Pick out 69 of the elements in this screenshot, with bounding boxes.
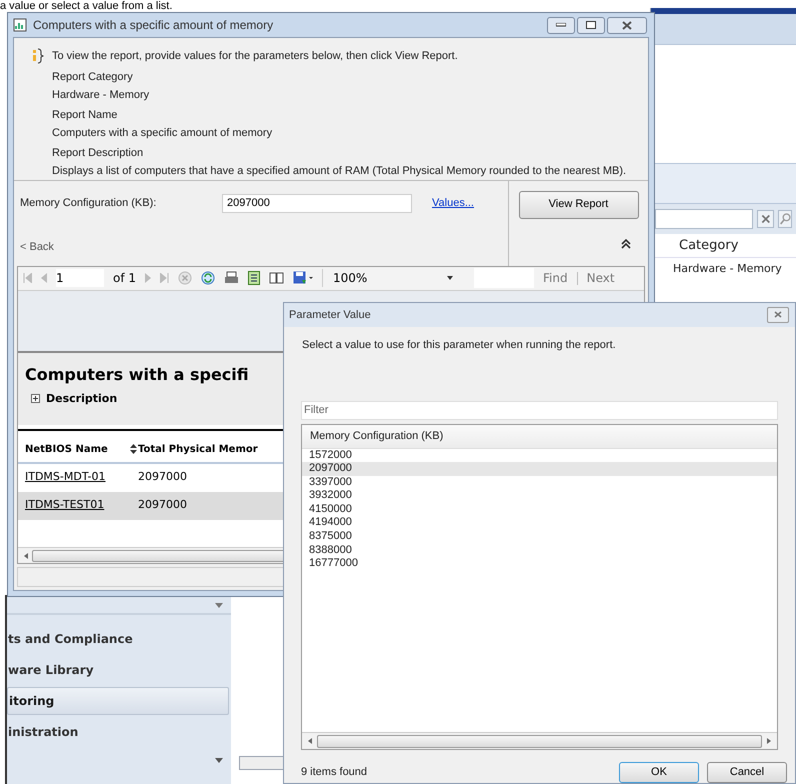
computer-link[interactable]: ITDMS-TEST01 xyxy=(18,497,138,514)
expand-icon[interactable] xyxy=(31,394,40,404)
navigation-item[interactable]: ts and Compliance xyxy=(7,625,229,653)
field-label: Report Name xyxy=(52,108,118,122)
find-link[interactable]: Find xyxy=(543,269,568,287)
values-link[interactable]: Values... xyxy=(432,194,474,212)
column-header[interactable]: NetBIOS Name xyxy=(18,442,138,456)
close-button[interactable] xyxy=(767,306,789,323)
table-cell-text: Hardware - Memory xyxy=(672,260,783,277)
filter-field[interactable]: Filter xyxy=(301,400,778,420)
field-value: Computers with a specific amount of memory xyxy=(52,126,274,140)
next-link[interactable]: Next xyxy=(586,269,615,287)
close-button[interactable] xyxy=(607,16,647,34)
navigation-item[interactable]: ware Library xyxy=(7,656,229,684)
maximize-button[interactable] xyxy=(577,16,605,34)
minimize-icon xyxy=(556,23,566,27)
refresh-icon[interactable] xyxy=(201,271,216,285)
navigation-item[interactable]: itoring xyxy=(7,687,229,715)
scroll-right-icon[interactable] xyxy=(767,738,771,744)
view-report-button[interactable]: View Report xyxy=(518,190,638,218)
instruction-text: Select a value to use for this parameter when running the report. xyxy=(301,338,617,353)
navigation-item[interactable]: inistration xyxy=(7,718,229,746)
instruction-text: To view the report, provide values for the parameters below, then click View Report. xyxy=(52,49,458,64)
clear-icon[interactable] xyxy=(756,210,774,228)
computer-link[interactable]: ITDMS-MDT-01 xyxy=(18,469,138,486)
report-title: Computers with a specifi xyxy=(25,364,250,386)
close-icon xyxy=(774,311,782,318)
scrollbar-thumb[interactable] xyxy=(317,734,762,748)
minimize-button[interactable] xyxy=(547,16,575,34)
page-layout-icon[interactable] xyxy=(248,271,260,285)
table-cell-text: 2097000 xyxy=(138,469,187,486)
toolbar-separator xyxy=(576,272,578,284)
column-header[interactable]: Memory Configuration (KB) xyxy=(302,424,777,449)
dropdown-arrow-icon[interactable] xyxy=(447,276,454,280)
maximize-icon xyxy=(586,21,596,29)
close-icon xyxy=(622,20,632,30)
back-link[interactable]: < Back xyxy=(20,239,508,266)
list-item[interactable]: 2097000 xyxy=(302,462,777,476)
dialog-title: Parameter Value xyxy=(289,308,372,323)
zoom-dropdown[interactable]: 100% xyxy=(322,269,438,287)
scrollbar[interactable] xyxy=(239,756,285,770)
ok-button[interactable]: OK xyxy=(619,762,699,783)
find-field[interactable] xyxy=(474,268,534,288)
cancel-button[interactable]: Cancel xyxy=(707,762,787,783)
field-label: Report Description xyxy=(52,146,144,160)
report-icon xyxy=(13,18,27,32)
parameter-input[interactable]: 2097000 xyxy=(222,194,412,212)
page-number-field[interactable]: 1 xyxy=(56,269,104,287)
field-value: Displays a list of computers that have a specified amount of RAM (Total Physical Memory rounded to the nearest MB). xyxy=(52,164,628,178)
field-value: Hardware - Memory xyxy=(52,88,150,102)
window-title: Computers with a specific amount of memory xyxy=(33,17,274,34)
scroll-left-icon[interactable] xyxy=(308,738,312,744)
scroll-left-icon[interactable] xyxy=(24,552,28,558)
caption-text: a value or select a value from a list. xyxy=(0,0,172,12)
print-icon[interactable] xyxy=(224,271,240,285)
items-found-count: 9 items found xyxy=(301,765,368,780)
page-count: of 1 xyxy=(113,270,136,287)
book-icon[interactable] xyxy=(269,272,284,284)
collapse-chevron-icon[interactable] xyxy=(621,238,631,248)
table-cell-text: 2097000 xyxy=(138,497,187,514)
info-bracket-icon xyxy=(32,48,44,64)
description-toggle[interactable]: Description xyxy=(46,390,118,407)
sort-icon[interactable] xyxy=(130,444,137,454)
parameter-label: Memory Configuration (KB): xyxy=(20,196,158,211)
field-label: Report Category xyxy=(52,70,134,84)
column-header[interactable]: Total Physical Memor xyxy=(138,442,258,456)
search-field[interactable] xyxy=(655,209,753,229)
save-icon[interactable] xyxy=(293,271,314,285)
dropdown-arrow-icon[interactable] xyxy=(215,758,223,764)
